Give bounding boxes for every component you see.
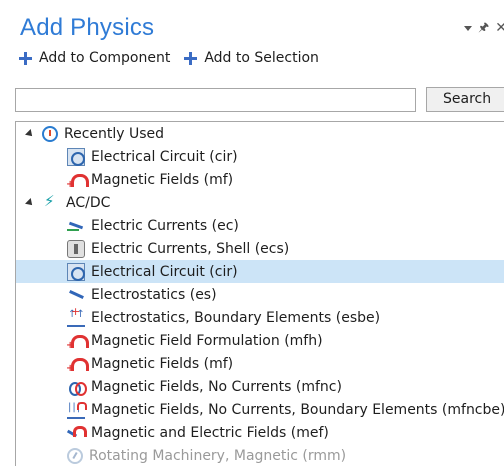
pin-icon[interactable]: 🖈: [478, 18, 489, 39]
search-button[interactable]: Search: [426, 87, 504, 112]
tree-item-selected[interactable]: Electrical Circuit (cir): [16, 260, 504, 283]
magnet-icon: [66, 355, 89, 374]
tree-item[interactable]: Magnetic and Electric Fields (mef): [16, 421, 504, 444]
add-to-component-button[interactable]: Add to Component: [19, 50, 170, 66]
shell-icon: [67, 239, 85, 258]
tree-item-label: Rotating Machinery, Magnetic (rmm): [89, 447, 347, 464]
search-input[interactable]: [15, 88, 416, 112]
tree-item[interactable]: Electrical Circuit (cir): [16, 145, 504, 168]
add-to-component-label: Add to Component: [39, 50, 171, 66]
electrical-circuit-icon: [67, 262, 85, 281]
tree-node-label: Recently Used: [64, 125, 165, 142]
tree-item[interactable]: Magnetic Fields, No Currents, Boundary E…: [16, 398, 504, 421]
tree-item-label: Magnetic Fields, No Currents, Boundary E…: [91, 401, 504, 418]
electric-currents-icon: [67, 217, 85, 235]
collapse-arrow-icon[interactable]: [25, 128, 35, 139]
add-to-selection-label: Add to Selection: [204, 50, 319, 66]
toolbar: Add to Component Add to Selection: [19, 50, 333, 66]
add-to-selection-button[interactable]: Add to Selection: [184, 50, 319, 66]
close-icon[interactable]: ✕: [495, 20, 504, 36]
tree-item[interactable]: Rotating Machinery, Magnetic (rmm): [16, 444, 504, 466]
collapse-arrow-icon[interactable]: [25, 197, 35, 208]
magnet-icon: [66, 171, 89, 190]
tree-item-label: Magnetic Field Formulation (mfh): [91, 332, 323, 349]
tree-item-label: Electrical Circuit (cir): [91, 263, 238, 280]
tree-item[interactable]: Magnetic Field Formulation (mfh): [16, 329, 504, 352]
recently-used-icon: [42, 125, 58, 142]
tree-node-label: AC/DC: [66, 194, 111, 211]
tree-item[interactable]: Magnetic Fields (mf): [16, 352, 504, 375]
tree-item-label: Magnetic Fields (mf): [91, 171, 234, 188]
tree-item-label: Electric Currents, Shell (ecs): [91, 240, 290, 257]
electrical-circuit-icon: [67, 147, 85, 166]
tree-item[interactable]: Electrostatics (es): [16, 283, 504, 306]
dropdown-icon[interactable]: [464, 25, 473, 31]
tree-item-label: Electric Currents (ec): [91, 217, 239, 234]
tree-item-label: Magnetic Fields (mf): [91, 355, 234, 372]
tree-item-label: Magnetic and Electric Fields (mef): [91, 424, 329, 441]
tree-item[interactable]: Electric Currents, Shell (ecs): [16, 237, 504, 260]
tree-item-label: Magnetic Fields, No Currents (mfnc): [91, 378, 342, 395]
tree-item[interactable]: Magnetic Fields, No Currents (mfnc): [16, 375, 504, 398]
acdc-icon: [42, 192, 60, 212]
tree-item[interactable]: Electric Currents (ec): [16, 214, 504, 237]
magnet-icon: [66, 332, 89, 351]
electrostatics-icon: [67, 286, 85, 304]
tree-item-label: Electrostatics (es): [91, 286, 217, 303]
tree-item-label: Electrostatics, Boundary Elements (esbe): [91, 309, 381, 326]
tree-item[interactable]: Magnetic Fields (mf): [16, 168, 504, 191]
tree-item[interactable]: Electrostatics, Boundary Elements (esbe): [16, 305, 504, 329]
tree-item-label: Electrical Circuit (cir): [91, 148, 238, 165]
plus-icon: [184, 51, 198, 65]
no-currents-boundary-icon: [67, 401, 87, 419]
magnetic-electric-icon: [67, 424, 87, 442]
plus-icon: [19, 51, 32, 65]
window-controls: 🖈 ✕: [464, 20, 504, 36]
no-currents-icon: [67, 378, 87, 396]
boundary-elements-icon: [67, 305, 85, 327]
rotating-machinery-icon: [67, 447, 83, 464]
panel-title: Add Physics: [20, 14, 155, 41]
add-physics-panel: Add Physics 🖈 ✕ Add to Component Add to …: [0, 0, 504, 466]
physics-tree: Recently Used Electrical Circuit (cir) M…: [15, 121, 504, 466]
tree-node-recently-used[interactable]: Recently Used: [16, 122, 504, 145]
tree-node-acdc[interactable]: AC/DC: [16, 191, 504, 214]
